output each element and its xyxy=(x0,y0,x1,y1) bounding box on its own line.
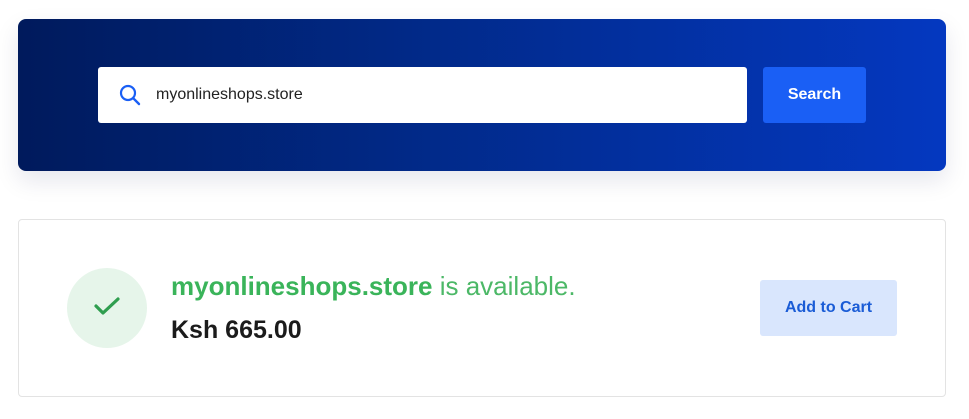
domain-name: myonlineshops.store xyxy=(171,271,433,301)
availability-message: myonlineshops.store is available. xyxy=(171,270,576,302)
domain-result-card: myonlineshops.store is available. Ksh 66… xyxy=(18,219,946,397)
availability-status-text: is available. xyxy=(432,271,576,301)
search-button[interactable]: Search xyxy=(763,67,866,123)
domain-search-input[interactable] xyxy=(156,75,716,115)
availability-status-badge xyxy=(67,268,147,348)
domain-search-banner: Search xyxy=(18,19,946,171)
add-to-cart-button[interactable]: Add to Cart xyxy=(760,280,897,336)
search-icon xyxy=(119,84,141,106)
search-box[interactable] xyxy=(98,67,747,123)
check-icon xyxy=(93,295,121,322)
domain-price: Ksh 665.00 xyxy=(171,316,302,344)
